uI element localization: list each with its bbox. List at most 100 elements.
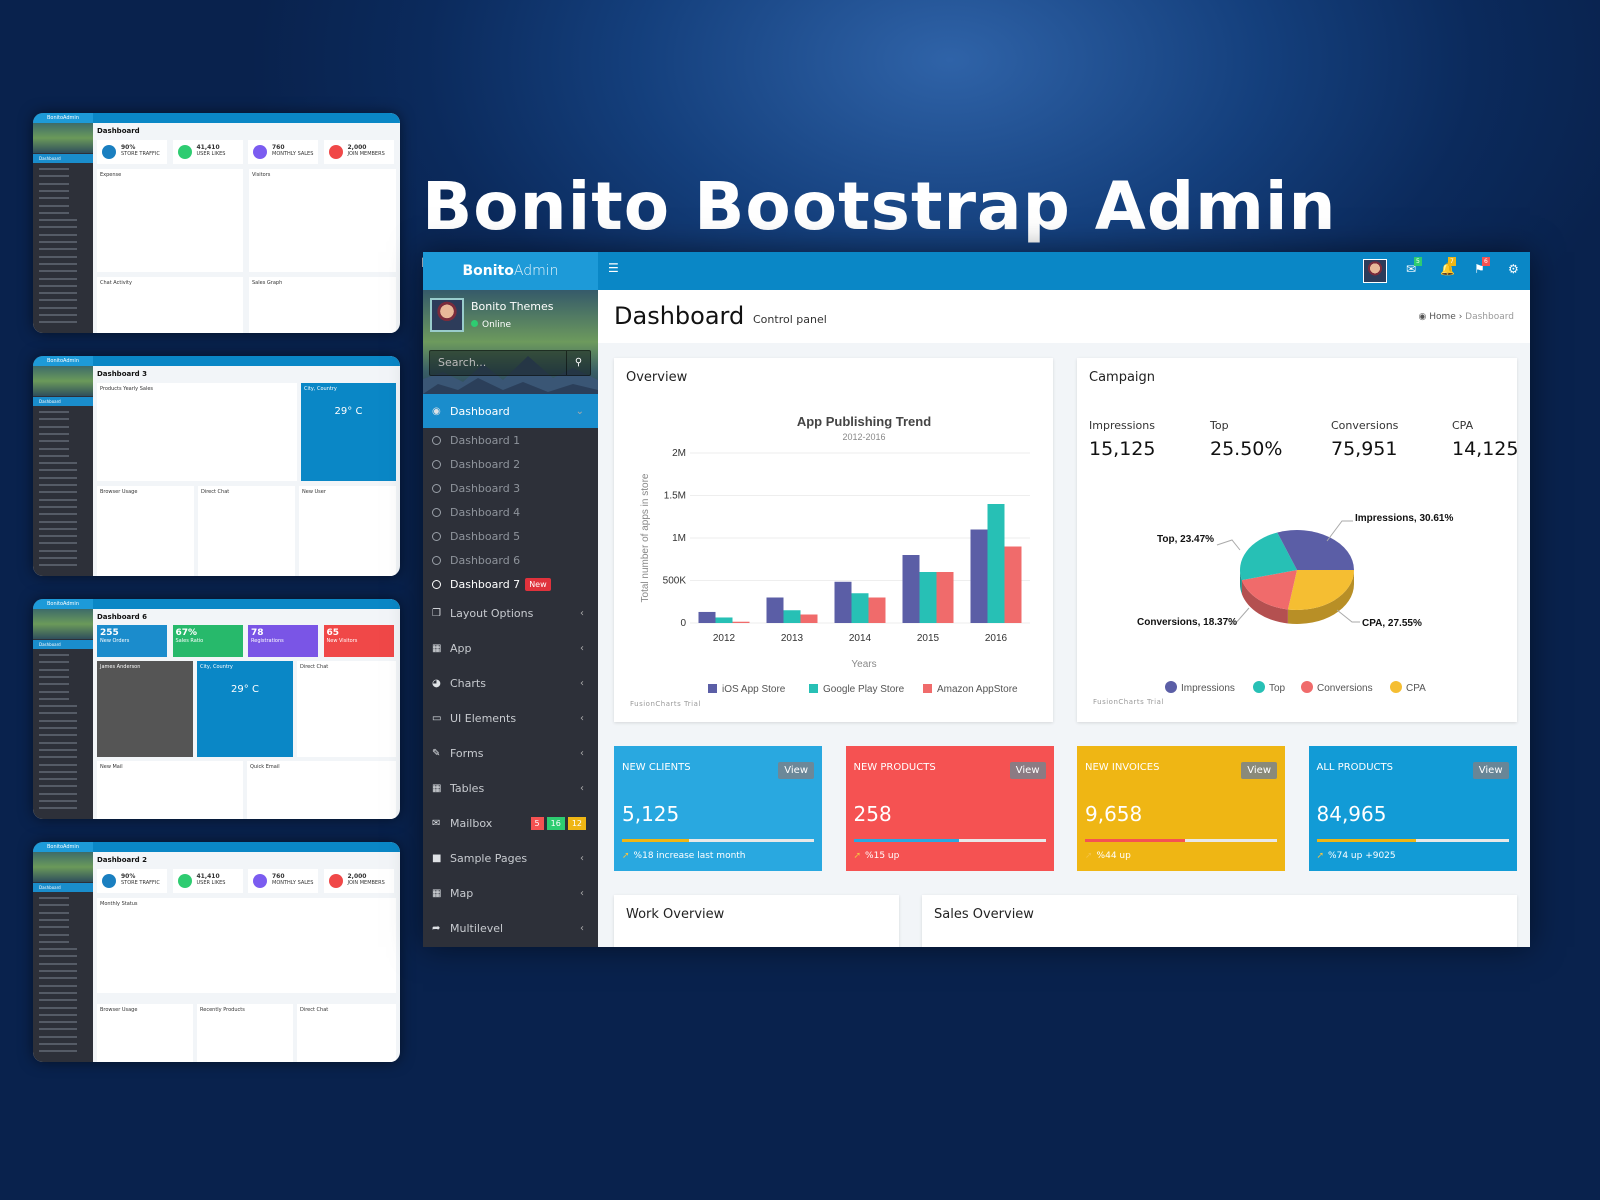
thumb-menu-line bbox=[39, 454, 69, 457]
sidebar-item-mailbox[interactable]: ✉ Mailbox 5 16 12 bbox=[423, 806, 598, 841]
thumb-menu-line bbox=[39, 248, 77, 251]
sidebar-subitem[interactable]: Dashboard 4 bbox=[423, 500, 598, 524]
user-name: Bonito Themes bbox=[471, 300, 554, 313]
chevron-left-icon: ‹ bbox=[580, 643, 584, 654]
chart-watermark: FusionCharts Trial bbox=[630, 700, 701, 708]
thumb-panel: Products Yearly Sales bbox=[97, 383, 297, 481]
search-input[interactable] bbox=[430, 351, 565, 374]
legend-swatch bbox=[809, 684, 818, 693]
circle-icon bbox=[432, 459, 441, 469]
sidebar-item-layout-options[interactable]: ❐ Layout Options ‹ bbox=[423, 596, 598, 631]
thumbnail-preview[interactable]: BonitoAdmin Dashboard Dashboard 6 255 New Or… bbox=[33, 599, 400, 819]
legend-swatch bbox=[1390, 681, 1402, 693]
trend-icon: ➚ bbox=[853, 851, 862, 861]
thumb-menu-line bbox=[39, 897, 69, 899]
thumb-user bbox=[33, 852, 93, 882]
stat-card: ALL PRODUCTS View 84,965 ➚ %74 up +9025 bbox=[1308, 746, 1517, 871]
sidebar-item-multilevel[interactable]: ➦ Multilevel ‹ bbox=[423, 911, 598, 946]
thumb-menu-line bbox=[39, 211, 69, 214]
view-button[interactable]: View bbox=[1241, 762, 1277, 779]
breadcrumb-home[interactable]: Home bbox=[1429, 312, 1456, 322]
sidebar-item-tables[interactable]: ▦ Tables ‹ bbox=[423, 771, 598, 806]
sidebar-subitem[interactable]: Dashboard 7 New bbox=[423, 572, 598, 596]
thumb-panel-title: Monthly Status bbox=[100, 901, 138, 907]
count-badge: 16 bbox=[546, 817, 565, 830]
thumb-menu-line bbox=[39, 940, 69, 943]
flag-icon[interactable]: ⚑ 6 bbox=[1474, 257, 1490, 276]
page-subtitle: Control panel bbox=[753, 313, 827, 326]
thumb-stat-box: 760 MONTHLY SALES bbox=[248, 140, 318, 164]
sidebar-item-map[interactable]: ▦ Map ‹ bbox=[423, 876, 598, 911]
stat-label: ALL PRODUCTS bbox=[1316, 762, 1393, 773]
view-button[interactable]: View bbox=[778, 762, 814, 779]
chevron-left-icon: ‹ bbox=[580, 748, 584, 759]
thumb-menu-line bbox=[39, 241, 77, 243]
user-avatar[interactable] bbox=[430, 298, 464, 332]
leader-line bbox=[1216, 539, 1241, 551]
thumb-panel: Direct Chat bbox=[198, 486, 295, 576]
thumb-menu-line bbox=[39, 756, 77, 759]
chevron-left-icon: ‹ bbox=[580, 888, 584, 899]
edit-icon: ✎ bbox=[432, 748, 441, 759]
thumbnail-preview[interactable]: BonitoAdmin Dashboard Dashboard 2 90% STORE … bbox=[33, 842, 400, 1062]
logo[interactable]: BonitoAdmin bbox=[423, 252, 598, 290]
envelope-icon[interactable]: ✉ 5 bbox=[1406, 257, 1422, 276]
folder-icon: ■ bbox=[432, 853, 442, 864]
bell-icon[interactable]: 🔔 7 bbox=[1440, 257, 1456, 276]
thumb-menu-line bbox=[39, 778, 77, 781]
view-button[interactable]: View bbox=[1472, 762, 1509, 779]
thumbnail-preview[interactable]: BonitoAdmin Dashboard Dashboard 3 Products … bbox=[33, 356, 400, 576]
user-avatar-top[interactable] bbox=[1363, 259, 1387, 283]
thumb-active-item: Dashboard bbox=[33, 640, 93, 649]
hamburger-icon[interactable]: ☰ bbox=[608, 261, 619, 275]
thumb-panel-title: Chat Activity bbox=[100, 280, 132, 286]
thumb-user bbox=[33, 366, 93, 396]
circle-icon bbox=[432, 579, 441, 589]
sidebar-subitem[interactable]: Dashboard 5 bbox=[423, 524, 598, 548]
thumb-menu-line bbox=[39, 1028, 77, 1031]
sidebar-item-ui-elements[interactable]: ▭ UI Elements ‹ bbox=[423, 701, 598, 736]
sidebar-item-app[interactable]: ▦ App ‹ bbox=[423, 631, 598, 666]
thumb-menu-line bbox=[39, 911, 69, 914]
sidebar-item-charts[interactable]: ◕ Charts ‹ bbox=[423, 666, 598, 701]
thumb-menu-line bbox=[39, 926, 69, 929]
sidebar-subitem[interactable]: Dashboard 1 bbox=[423, 428, 598, 452]
thumb-panel-title: Browser Usage bbox=[100, 489, 138, 495]
thumbnail-preview[interactable]: BonitoAdmin Dashboard Dashboard 90% STORE TR… bbox=[33, 113, 400, 333]
view-button[interactable]: View bbox=[1009, 762, 1046, 779]
sidebar-item-sample-pages[interactable]: ■ Sample Pages ‹ bbox=[423, 841, 598, 876]
y-tick-label: 500K bbox=[663, 576, 687, 587]
thumb-panel: Direct Chat bbox=[297, 661, 396, 757]
thumb-menu-line bbox=[39, 321, 77, 324]
thumb-active-item: Dashboard bbox=[33, 883, 93, 892]
legend-label: Top bbox=[1269, 683, 1286, 694]
thumb-menu-line bbox=[39, 498, 77, 501]
thumb-panel: Monthly Status bbox=[97, 898, 396, 993]
thumb-panel-title: Direct Chat bbox=[300, 1007, 329, 1013]
thumb-stat-box: 67% Sales Ratio bbox=[172, 625, 243, 657]
sidebar-subitem[interactable]: Dashboard 6 bbox=[423, 548, 598, 572]
legend-swatch bbox=[708, 684, 717, 693]
thumb-menu-line bbox=[39, 469, 77, 472]
thumb-menu-line bbox=[39, 447, 69, 450]
bar-2012-2 bbox=[732, 621, 750, 623]
sidebar-item-forms[interactable]: ✎ Forms ‹ bbox=[423, 736, 598, 771]
thumb-menu-line bbox=[39, 800, 77, 802]
x-tick-label: 2012 bbox=[713, 633, 736, 644]
gear-icon[interactable]: ⚙ bbox=[1508, 262, 1519, 276]
trend-icon: ➚ bbox=[1085, 851, 1093, 861]
thumb-menu-line bbox=[39, 1050, 77, 1053]
sidebar-subitem[interactable]: Dashboard 2 bbox=[423, 452, 598, 476]
thumb-menu-line bbox=[39, 168, 69, 170]
thumb-menu-line bbox=[39, 306, 77, 309]
thumb-stat-box: 2,000 JOIN MEMBERS bbox=[323, 140, 394, 164]
sidebar-subitem[interactable]: Dashboard 3 bbox=[423, 476, 598, 500]
sidebar-search: ⚲ bbox=[429, 350, 591, 376]
search-icon[interactable]: ⚲ bbox=[566, 351, 590, 375]
thumb-menu-line bbox=[39, 432, 69, 435]
sidebar-item-dashboard[interactable]: ◉ Dashboard ⌄ bbox=[423, 394, 598, 428]
thumb-logo: BonitoAdmin bbox=[33, 842, 93, 852]
thumb-panel: Recently Products bbox=[197, 1004, 293, 1062]
stat-card: NEW CLIENTS View 5,125 ➚ %18 increase last m… bbox=[614, 746, 822, 871]
thumb-panel-title: Direct Chat bbox=[201, 489, 230, 495]
